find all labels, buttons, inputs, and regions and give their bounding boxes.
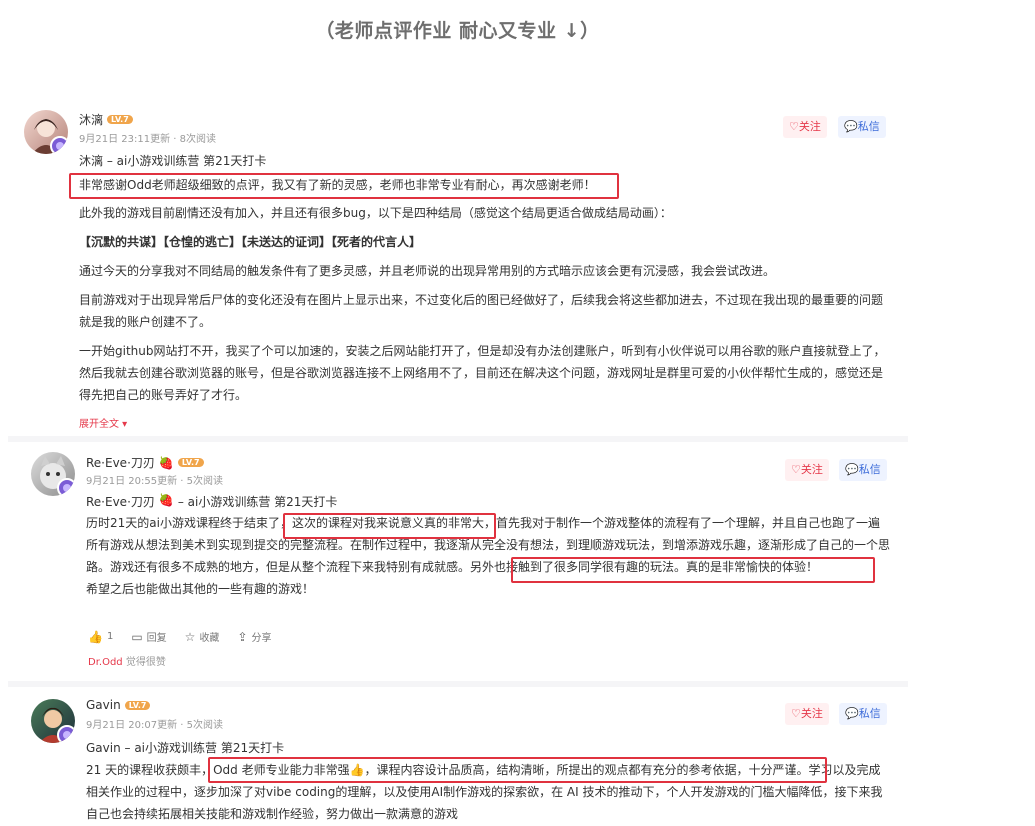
page-banner: （老师点评作业 耐心又专业 ↓） bbox=[315, 20, 600, 42]
collect-button[interactable]: ☆ 收藏 bbox=[184, 629, 220, 645]
username[interactable]: 沐漓 bbox=[79, 111, 103, 128]
highlight-text: 非常感谢Odd老师超级细致的点评，我又有了新的灵感，老师也非常专业有耐心，再次感… bbox=[79, 178, 596, 192]
divider bbox=[8, 436, 908, 442]
heart-icon: ♡ bbox=[791, 707, 801, 720]
comment-icon: ▭ bbox=[131, 629, 143, 644]
paragraph: 目前游戏对于出现异常后尸体的变化还没有在图片上显示出来，不过变化后的图已经做好了… bbox=[79, 293, 884, 329]
chat-icon: 💬 bbox=[845, 707, 859, 720]
strawberry-icon: 🍓 bbox=[158, 493, 174, 507]
post-title: 沐漓 – ai小游戏训练营 第21天打卡 bbox=[79, 154, 267, 168]
vip-badge-icon bbox=[57, 478, 75, 496]
message-button[interactable]: 💬私信 bbox=[839, 703, 887, 725]
vip-badge-icon bbox=[57, 725, 75, 743]
follow-button[interactable]: ♡关注 bbox=[785, 459, 829, 481]
avatar[interactable] bbox=[31, 699, 75, 743]
post-meta: 9月21日 23:11更新 · 8次阅读 bbox=[79, 134, 216, 145]
divider bbox=[8, 681, 908, 687]
username[interactable]: Re·Eve·刀刃 bbox=[86, 454, 155, 471]
username[interactable]: Gavin bbox=[86, 698, 121, 712]
post-meta: 9月21日 20:07更新 · 5次阅读 bbox=[86, 720, 223, 731]
post-meta: 9月21日 20:55更新 · 5次阅读 bbox=[86, 476, 223, 487]
share-button[interactable]: ⇪ 分享 bbox=[237, 629, 271, 645]
star-icon: ☆ bbox=[184, 629, 196, 644]
highlight-box bbox=[208, 757, 827, 783]
avatar[interactable] bbox=[31, 452, 75, 496]
post-title: Gavin – ai小游戏训练营 第21天打卡 bbox=[86, 741, 285, 755]
heart-icon: ♡ bbox=[789, 120, 799, 133]
liked-by: Dr.Odd 觉得很赞 bbox=[88, 657, 166, 668]
thumbs-up-icon: 👍 bbox=[88, 629, 103, 644]
level-badge: LV.7 bbox=[177, 458, 204, 467]
paragraph: 一开始github网站打不开，我买了个可以加速的，安装之后网站能打开了，但是却没… bbox=[79, 344, 886, 402]
message-button[interactable]: 💬私信 bbox=[839, 459, 887, 481]
vip-badge-icon bbox=[50, 136, 68, 154]
chat-icon: 💬 bbox=[844, 120, 858, 133]
post-actions: 👍 1 ▭ 回复 ☆ 收藏 ⇪ 分享 bbox=[88, 629, 272, 645]
liked-by-user[interactable]: Dr.Odd bbox=[88, 657, 123, 668]
follow-button[interactable]: ♡关注 bbox=[783, 116, 827, 138]
post-title: Re·Eve·刀刃 🍓 – ai小游戏训练营 第21天打卡 bbox=[86, 493, 338, 509]
share-icon: ⇪ bbox=[237, 629, 248, 644]
level-badge: LV.7 bbox=[124, 700, 151, 710]
paragraph: 通过今天的分享我对不同结局的触发条件有了更多灵感，并且老师说的出现异常用别的方式… bbox=[79, 264, 776, 278]
like-button[interactable]: 👍 1 bbox=[88, 629, 113, 644]
follow-button[interactable]: ♡关注 bbox=[785, 703, 829, 725]
avatar[interactable] bbox=[24, 110, 68, 154]
highlight-box bbox=[511, 557, 875, 583]
level-badge: LV.7 bbox=[107, 115, 133, 124]
message-button[interactable]: 💬私信 bbox=[838, 116, 886, 138]
endings-list: 【沉默的共谋】【仓惶的逃亡】【未送达的证词】【死者的代言人】 bbox=[79, 235, 422, 249]
highlight-box bbox=[283, 513, 496, 539]
heart-icon: ♡ bbox=[791, 463, 801, 476]
reply-button[interactable]: ▭ 回复 bbox=[131, 629, 166, 645]
strawberry-icon: 🍓 bbox=[158, 455, 174, 470]
paragraph: 此外我的游戏目前剧情还没有加入，并且还有很多bug，以下是四种结局（感觉这个结局… bbox=[79, 206, 672, 220]
chat-icon: 💬 bbox=[845, 463, 859, 476]
expand-link[interactable]: 展开全文 ▾ bbox=[79, 415, 127, 430]
